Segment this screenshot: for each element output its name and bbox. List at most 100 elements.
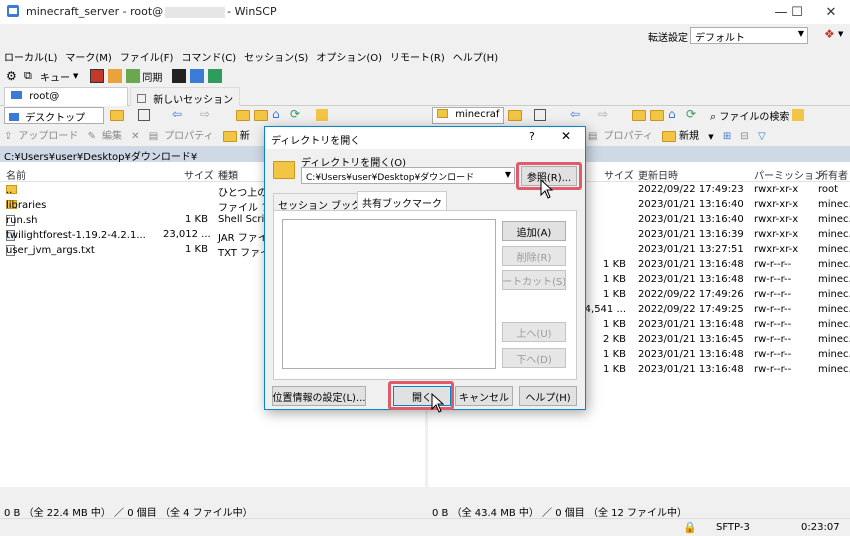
select-all-icon[interactable]: ⊞ <box>723 131 731 142</box>
transfer-settings-value: デフォルト <box>695 33 745 44</box>
parent-dir-icon[interactable] <box>632 110 646 121</box>
column-size[interactable]: サイズ <box>604 167 634 182</box>
move-up-button[interactable]: 上へ(U) <box>502 322 566 342</box>
menu-help[interactable]: ヘルプ(H) <box>453 49 498 64</box>
home-icon[interactable]: ⌂ <box>668 107 676 121</box>
file-owner: minec. <box>818 259 850 270</box>
properties-button[interactable]: プロパティ <box>603 131 652 142</box>
bookmark-list[interactable] <box>282 219 496 369</box>
open-folder-icon[interactable] <box>110 110 124 121</box>
menu-session[interactable]: セッション(S) <box>244 49 308 64</box>
new-folder-icon <box>222 130 237 142</box>
folder-icon <box>437 109 448 118</box>
column-name[interactable]: 名前 <box>6 167 26 182</box>
column-size[interactable]: サイズ <box>184 167 214 182</box>
file-name: run.sh <box>6 215 38 226</box>
open-folder-icon[interactable] <box>508 110 522 121</box>
dialog-close-button[interactable]: ✕ <box>561 129 571 143</box>
column-modified[interactable]: 更新日時 <box>638 167 678 182</box>
tree-icon[interactable] <box>792 109 804 121</box>
filter-icon[interactable] <box>534 109 546 121</box>
new-button[interactable]: 新規 <box>679 131 699 142</box>
move-down-button[interactable]: 下へ(D) <box>502 348 566 368</box>
directory-path-input[interactable]: C:¥Users¥user¥Desktop¥ダウンロード ▼ <box>301 167 515 184</box>
delete-icon[interactable]: ✕ <box>131 131 139 142</box>
gear-icon[interactable]: ⚙ <box>6 69 20 83</box>
file-name: .. <box>6 185 13 196</box>
edit-button[interactable]: 編集 <box>102 131 122 142</box>
help-button[interactable]: ヘルプ(H) <box>519 386 577 406</box>
filter-icon[interactable] <box>138 109 150 121</box>
root-dir-icon[interactable] <box>254 110 268 121</box>
back-arrow-icon[interactable]: ⇦ <box>570 107 580 121</box>
left-status-text: 0 B （全 22.4 MB 中） ／ 0 個目 （全 4 ファイル中） <box>4 508 253 519</box>
file-type: Shell Scrip <box>218 214 271 225</box>
column-permissions[interactable]: パーミッション <box>754 167 824 182</box>
menu-command[interactable]: コマンド(C) <box>181 49 236 64</box>
file-modified: 2023/01/21 13:16:48 <box>638 364 744 375</box>
monitor-icon <box>11 91 22 99</box>
sync-button[interactable]: 同期 <box>142 69 162 84</box>
sync-browse-icon[interactable] <box>108 69 123 83</box>
tab-session-label: root@ <box>29 91 60 102</box>
tab-shared-bookmarks[interactable]: 共有ブックマーク <box>357 191 447 211</box>
forward-arrow-icon[interactable]: ⇨ <box>598 107 608 121</box>
left-drive-value: デスクトップ <box>25 113 86 124</box>
deselect-icon[interactable]: ⊟ <box>740 131 748 142</box>
session-time: 0:23:07 <box>801 522 840 533</box>
menu-options[interactable]: オプション(O) <box>316 49 382 64</box>
remove-bookmark-button[interactable]: 削除(R) <box>502 246 566 266</box>
chevron-down-icon: ▼ <box>73 72 79 80</box>
forward-arrow-icon[interactable]: ⇨ <box>200 107 210 121</box>
properties-button[interactable]: プロパティ <box>164 131 213 142</box>
left-drive-select[interactable]: デスクトップ <box>4 107 104 124</box>
home-icon[interactable]: ⌂ <box>272 107 280 121</box>
queue-button[interactable]: キュー <box>40 69 70 84</box>
new-button[interactable]: 新 <box>240 131 250 142</box>
location-profile-button[interactable]: 位置情報の設定(L)... <box>272 386 366 406</box>
new-session-icon <box>137 94 146 103</box>
terminal-icon[interactable] <box>172 69 187 83</box>
directory-path-value: C:¥Users¥user¥Desktop¥ダウンロード <box>306 173 475 183</box>
tree-icon[interactable] <box>316 109 328 121</box>
session-color-icon[interactable]: ❖ <box>824 27 835 41</box>
right-dir-select[interactable]: minecraf <box>432 107 504 124</box>
dialog-help-icon[interactable]: ? <box>529 130 535 143</box>
tab-session[interactable]: root@ <box>4 87 128 106</box>
title-bar: minecraft_server - root@ - WinSCP — ☐ ✕ <box>0 0 850 24</box>
file-name: user_jvm_args.txt <box>6 245 95 256</box>
panel-status-bar: 0 B （全 22.4 MB 中） ／ 0 個目 （全 4 ファイル中） 0 B… <box>0 502 850 519</box>
parent-dir-icon[interactable] <box>236 110 250 121</box>
putty-icon[interactable] <box>190 69 205 83</box>
back-arrow-icon[interactable]: ⇦ <box>172 107 182 121</box>
file-size: 1 KB <box>603 274 626 285</box>
properties-icon: ▤ <box>588 131 598 142</box>
menu-local[interactable]: ローカル(L) <box>4 49 57 64</box>
refresh-icon[interactable]: ⟳ <box>686 107 696 121</box>
refresh-icon[interactable]: ⟳ <box>290 107 300 121</box>
upload-button[interactable]: アップロード <box>18 131 78 142</box>
dialog-title-bar: ディレクトリを開く ? ✕ <box>265 127 585 149</box>
sync-icon[interactable] <box>126 69 141 83</box>
menu-mark[interactable]: マーク(M) <box>65 49 111 64</box>
cancel-button[interactable]: キャンセル <box>455 386 513 406</box>
file-size: 1 KB <box>603 364 626 375</box>
menu-remote[interactable]: リモート(R) <box>390 49 445 64</box>
shortcut-button[interactable]: ョートカット(S)... <box>502 270 566 290</box>
protocol-label: SFTP-3 <box>716 522 750 533</box>
filter-select-icon[interactable]: ▽ <box>758 131 766 142</box>
preferences-icon[interactable] <box>208 69 223 83</box>
transfer-settings-select[interactable]: デフォルト ▼ <box>690 27 808 44</box>
root-dir-icon[interactable] <box>650 110 664 121</box>
tab-new-session[interactable]: 新しいセッション <box>130 87 241 106</box>
file-size: 1 KB <box>185 214 208 225</box>
find-files-button[interactable]: ⌕ ファイルの検索 <box>710 108 789 124</box>
file-modified: 2023/01/21 13:16:48 <box>638 274 744 285</box>
menu-file[interactable]: ファイル(F) <box>120 49 174 64</box>
close-button[interactable]: ✕ <box>808 0 850 24</box>
compare-icon[interactable] <box>90 69 105 83</box>
column-owner[interactable]: 所有者 <box>818 167 848 182</box>
queue-icon[interactable]: ⧉ <box>24 69 38 83</box>
add-bookmark-button[interactable]: 追加(A) <box>502 221 566 241</box>
column-type[interactable]: 種類 <box>218 167 238 182</box>
